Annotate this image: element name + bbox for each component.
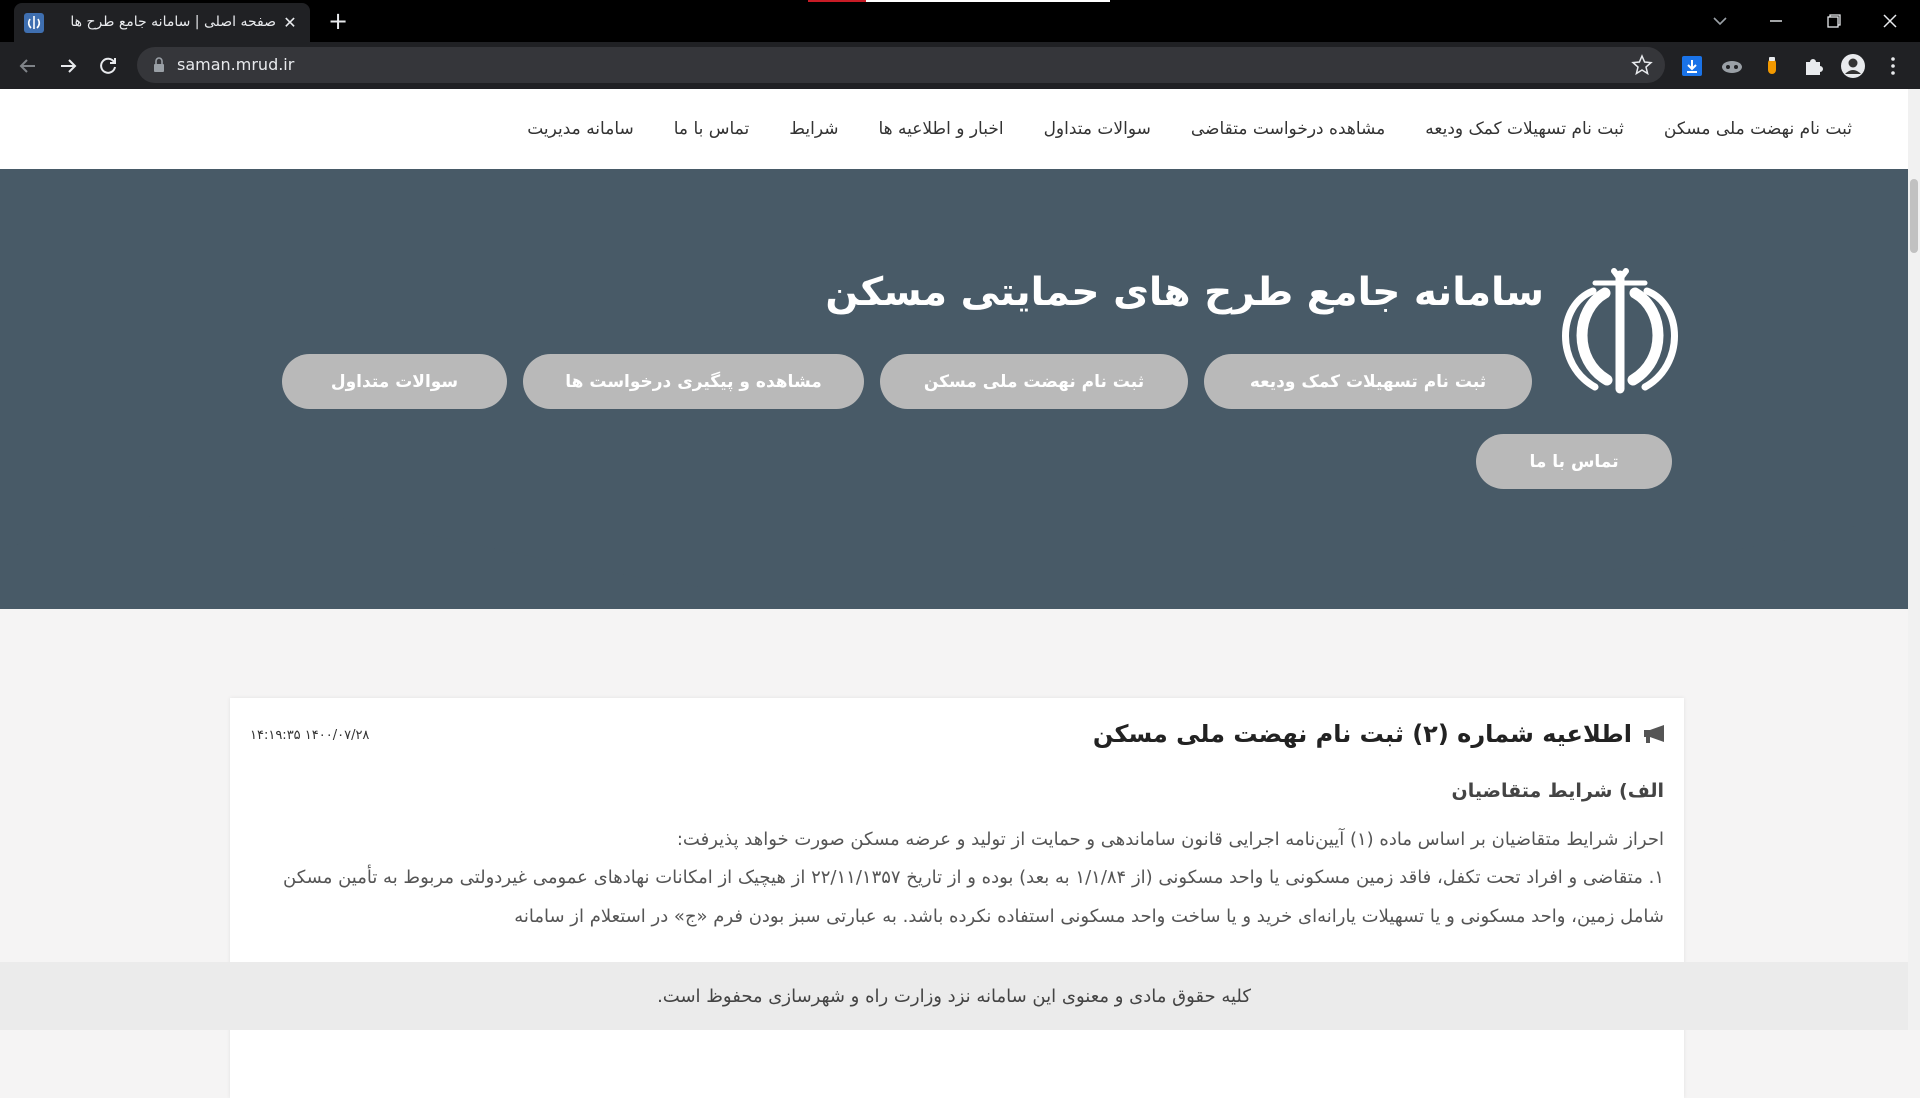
back-icon[interactable] <box>14 52 42 80</box>
tab-title: صفحه اصلی | سامانه جامع طرح ها <box>70 14 276 30</box>
nav-item-admin[interactable]: سامانه مدیریت <box>507 119 654 139</box>
nav-item-housing-registration[interactable]: ثبت نام نهضت ملی مسکن <box>1644 119 1872 139</box>
hero-button-track-request[interactable]: مشاهده و پیگیری درخواست ها <box>523 354 864 409</box>
close-tab-icon[interactable]: ✕ <box>280 13 300 33</box>
new-tab-button[interactable]: + <box>324 8 352 36</box>
tab-search-icon[interactable] <box>1703 6 1737 36</box>
section-title: الف) شرایط متقاضیان <box>1451 780 1664 802</box>
browser-tab[interactable]: صفحه اصلی | سامانه جامع طرح ها ✕ <box>14 3 310 42</box>
extension-cloud-icon[interactable] <box>1719 53 1745 79</box>
notice-paragraph: ۱. متقاضی و افراد تحت تکفل، فاقد زمین مس… <box>283 867 1664 927</box>
extensions-puzzle-icon[interactable] <box>1800 53 1826 79</box>
hero-wave-divider <box>0 470 1908 608</box>
notice-date: ۱۴۰۰/۰۷/۲۸ ۱۴:۱۹:۳۵ <box>250 728 370 743</box>
hero-button-housing-registration[interactable]: ثبت نام نهضت ملی مسکن <box>880 354 1188 409</box>
restore-icon[interactable] <box>1816 6 1850 36</box>
forward-icon[interactable] <box>54 52 82 80</box>
site-favicon-icon <box>24 13 44 33</box>
megaphone-icon <box>1644 725 1664 743</box>
site-footer: کلیه حقوق مادی و معنوی این سامانه نزد وز… <box>0 962 1908 1030</box>
close-window-icon[interactable] <box>1873 6 1907 36</box>
url-text[interactable]: saman.mrud.ir <box>177 55 294 74</box>
hero-button-contact[interactable]: تماس با ما <box>1476 434 1672 489</box>
hero-button-faq[interactable]: سوالات متداول <box>282 354 507 409</box>
nav-item-contact[interactable]: تماس با ما <box>654 119 770 139</box>
nav-item-news[interactable]: اخبار و اطلاعیه ها <box>858 119 1023 139</box>
lock-icon[interactable] <box>151 56 167 74</box>
browser-menu-icon[interactable] <box>1880 53 1906 79</box>
download-manager-icon[interactable] <box>1679 53 1705 79</box>
hero-button-deposit-loan[interactable]: ثبت نام تسهیلات کمک ودیعه <box>1204 354 1532 409</box>
site-navigation: ثبت نام نهضت ملی مسکن ثبت نام تسهیلات کم… <box>0 89 1908 169</box>
browser-toolbar: saman.mrud.ir <box>0 42 1920 89</box>
notice-header: اطلاعیه شماره (۲) ثبت نام نهضت ملی مسکن <box>1093 720 1666 748</box>
profile-avatar-icon[interactable] <box>1840 53 1866 79</box>
nav-menu: ثبت نام نهضت ملی مسکن ثبت نام تسهیلات کم… <box>507 89 1872 169</box>
reload-icon[interactable] <box>94 52 122 80</box>
loading-indicator-track <box>866 0 1110 2</box>
notice-card: اطلاعیه شماره (۲) ثبت نام نهضت ملی مسکن … <box>230 698 1684 1098</box>
copyright-text: کلیه حقوق مادی و معنوی این سامانه نزد وز… <box>657 985 1251 1007</box>
notice-title[interactable]: اطلاعیه شماره (۲) ثبت نام نهضت ملی مسکن <box>1093 720 1632 748</box>
bookmark-star-icon[interactable] <box>1631 54 1653 76</box>
nav-item-conditions[interactable]: شرایط <box>769 119 858 139</box>
minimize-icon[interactable] <box>1759 6 1793 36</box>
nav-item-view-request[interactable]: مشاهده درخواست متقاضی <box>1171 119 1405 139</box>
iran-emblem-icon <box>1562 268 1678 394</box>
hero-title: سامانه جامع طرح های حمایتی مسکن <box>825 270 1544 315</box>
nav-item-faq[interactable]: سوالات متداول <box>1024 119 1171 139</box>
scrollbar-thumb[interactable] <box>1910 179 1918 253</box>
browser-tab-strip: صفحه اصلی | سامانه جامع طرح ها ✕ + <box>0 0 1920 42</box>
notice-paragraph: احراز شرایط متقاضیان بر اساس ماده (۱) آی… <box>676 829 1664 850</box>
nav-item-deposit-loan-registration[interactable]: ثبت نام تسهیلات کمک ودیعه <box>1405 119 1644 139</box>
page-scrollbar[interactable] <box>1908 89 1920 1030</box>
loading-indicator <box>808 0 866 2</box>
extension-bottle-icon[interactable] <box>1759 53 1785 79</box>
address-bar[interactable]: saman.mrud.ir <box>137 47 1665 83</box>
